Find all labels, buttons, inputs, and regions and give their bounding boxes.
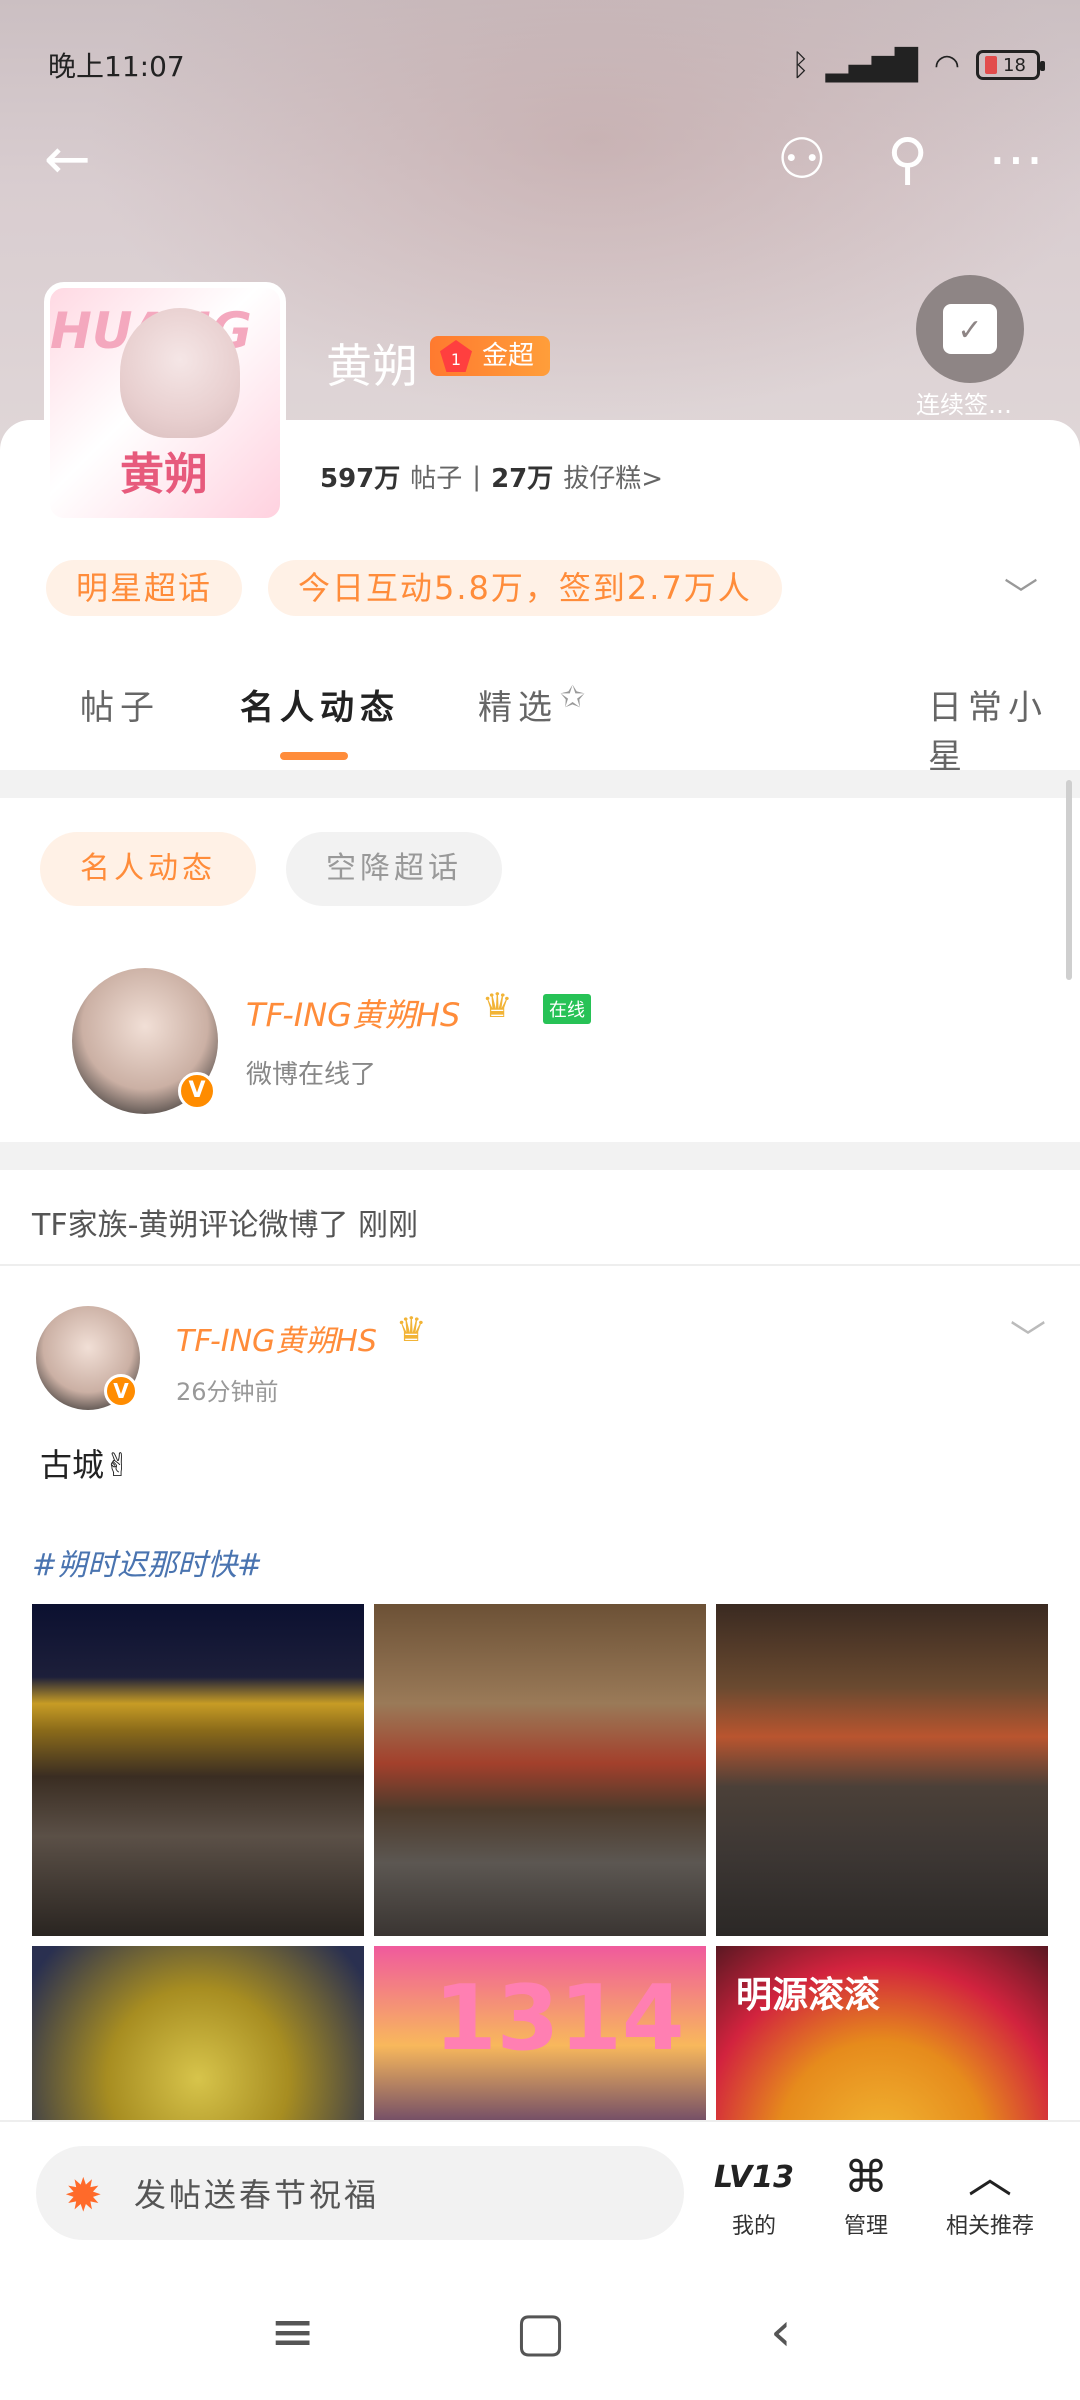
battery-level: [985, 56, 997, 74]
tab-posts[interactable]: 帖子: [80, 680, 160, 729]
post-author-name[interactable]: TF-ING黄朔HS: [176, 1316, 377, 1360]
avatar-photo: [120, 308, 240, 438]
checkin-label: 连续签…: [916, 391, 1012, 419]
chevron-up-circle-icon: ︿: [968, 2152, 1012, 2203]
tab-daily-star[interactable]: 日常小星: [928, 680, 1080, 778]
signal-icon: ▂▄▆█: [825, 47, 918, 83]
celebrity-name[interactable]: TF-ING黄朔HS: [246, 990, 460, 1036]
golden-super-badge[interactable]: 1 金超: [430, 336, 551, 376]
divider: [0, 1264, 1080, 1266]
nav-my-level[interactable]: LV13 我的: [694, 2150, 814, 2240]
nav-actions: ⚇ ⚲ ⋯: [777, 132, 1044, 188]
diamond-icon: 1: [440, 340, 472, 372]
section-divider: [0, 770, 1080, 798]
tab-celebrity-activity[interactable]: 名人动态: [240, 680, 400, 729]
wifi-icon: ◠: [933, 47, 960, 83]
stats-separator: |: [472, 461, 482, 492]
section-divider: [0, 1142, 1080, 1170]
avatar-title: 黄朔: [120, 449, 208, 500]
tab-featured[interactable]: 精选: [478, 680, 558, 729]
more-icon[interactable]: ⋯: [988, 132, 1044, 188]
community-name: 黄朔: [326, 339, 418, 393]
level-icon: LV13: [714, 2160, 794, 2195]
badge-label: 金超: [482, 341, 535, 371]
post-timestamp: 26分钟前: [176, 1378, 279, 1406]
home-icon[interactable]: ▢: [515, 2300, 566, 2363]
posts-label: 帖子: [410, 464, 463, 494]
nav-label: 管理: [843, 2214, 888, 2239]
online-status: 微博在线了: [246, 1060, 377, 1090]
scrollbar[interactable]: [1066, 780, 1072, 980]
bluetooth-icon: ᛒ: [791, 47, 810, 83]
posts-count: 597万: [320, 464, 401, 494]
community-stats: 597万 帖子 | 27万 拔仔糕>: [320, 458, 663, 495]
back-icon[interactable]: ‹: [770, 2300, 792, 2363]
top-nav: ← ⚇ ⚲ ⋯: [0, 110, 1080, 210]
post-photo[interactable]: [716, 1604, 1048, 1936]
battery-percent: 18: [1003, 54, 1026, 76]
online-badge: 在线: [543, 994, 591, 1024]
post-text: 古城✌: [40, 1446, 131, 1484]
checkin-button[interactable]: ✓: [916, 275, 1024, 383]
fans-count: 27万: [491, 464, 554, 494]
nav-label: 我的: [731, 2214, 776, 2239]
back-arrow-icon[interactable]: ←: [44, 132, 91, 188]
crown-icon: ♛: [482, 986, 513, 1026]
status-icons: ᛒ ▂▄▆█ ◠ 18: [791, 47, 1045, 83]
subtab-celebrity-activity[interactable]: 名人动态: [40, 832, 256, 906]
sub-tab-bar: 名人动态 空降超话: [40, 832, 502, 906]
nav-manage[interactable]: ⌘ 管理: [806, 2150, 926, 2240]
community-avatar[interactable]: HUANG 黄朔: [44, 282, 286, 524]
photo-caption: 明源滚滚: [736, 1975, 881, 2016]
photo-caption: 1314: [434, 1966, 685, 2071]
manage-icon: ⌘: [844, 2152, 888, 2203]
search-icon[interactable]: ⚲: [887, 132, 928, 188]
chevron-down-icon[interactable]: ﹀: [1010, 1310, 1046, 1362]
nav-recommend[interactable]: ︿ 相关推荐: [930, 2150, 1050, 2240]
featured-icon: ✩: [560, 680, 592, 715]
active-tab-indicator: [280, 752, 348, 760]
members-icon[interactable]: ⚇: [777, 132, 827, 188]
nav-label: 相关推荐: [945, 2214, 1034, 2239]
battery-icon: 18: [976, 50, 1045, 80]
tab-bar: 帖子 名人动态 精选 ✩ 日常小星: [0, 680, 1080, 777]
status-time: 晚上11:07: [48, 50, 185, 83]
activity-notice[interactable]: TF家族-黄朔评论微博了 刚刚: [32, 1200, 418, 1244]
info-pills: 明星超话 今日互动5.8万，签到2.7万人: [46, 560, 782, 616]
post-photo[interactable]: [32, 1604, 364, 1936]
verified-icon: V: [104, 1374, 138, 1408]
verified-icon: V: [178, 1072, 216, 1110]
post-compose-placeholder: 发帖送春节祝福: [134, 2176, 380, 2214]
chevron-down-icon[interactable]: ﹀: [1004, 568, 1038, 617]
crown-icon: ♛: [396, 1310, 427, 1350]
activity-stats-pill[interactable]: 今日互动5.8万，签到2.7万人: [268, 560, 782, 616]
star-topic-pill[interactable]: 明星超话: [46, 560, 243, 616]
fans-link[interactable]: 拔仔糕>: [563, 458, 663, 495]
menu-icon[interactable]: ≡: [270, 2300, 315, 2363]
firecracker-icon: ✹: [64, 2168, 103, 2222]
subtab-airdrop[interactable]: 空降超话: [286, 832, 502, 906]
post-photo[interactable]: [374, 1604, 706, 1936]
calendar-check-icon: ✓: [943, 304, 997, 354]
post-hashtag[interactable]: #朔时迟那时快#: [32, 1540, 262, 1584]
